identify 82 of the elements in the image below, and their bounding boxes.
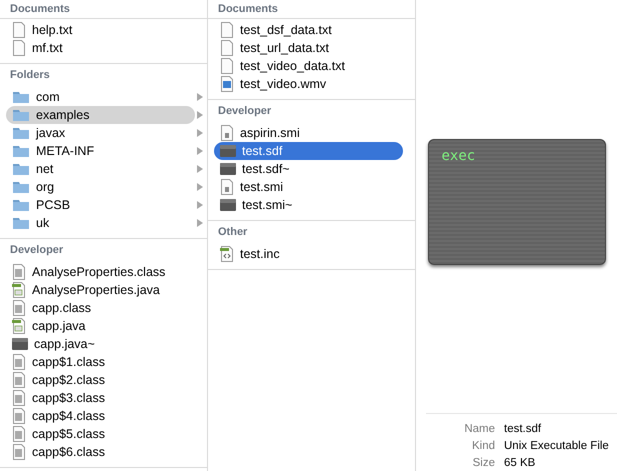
info-label: Size: [472, 456, 495, 468]
terminal-icon: [220, 163, 236, 175]
file-item[interactable]: AnalyseProperties.java: [6, 281, 195, 299]
file-item[interactable]: test_url_data.txt: [214, 39, 403, 57]
info-value: Unix Executable File: [504, 440, 609, 452]
section-header: Documents: [218, 3, 278, 15]
file-item[interactable]: capp$1.class: [6, 353, 195, 371]
disclosure-arrow-icon: [197, 165, 203, 173]
file-item[interactable]: net: [6, 160, 195, 178]
document-icon: [12, 22, 26, 38]
disclosure-arrow-icon: [197, 183, 203, 191]
file-item[interactable]: aspirin.smi: [214, 124, 403, 142]
document-icon: [220, 76, 234, 92]
disclosure-arrow-icon: [197, 111, 203, 119]
file-item[interactable]: uk: [6, 214, 195, 232]
document-icon: [220, 40, 234, 56]
section-header: Documents: [10, 3, 70, 15]
file-item[interactable]: javax: [6, 124, 195, 142]
file-item[interactable]: test.smi: [214, 178, 403, 196]
folder-icon: [12, 162, 30, 176]
file-item[interactable]: test_dsf_data.txt: [214, 21, 403, 39]
document-icon: [220, 246, 234, 262]
icon-label: exec: [440, 146, 476, 164]
document-icon: [12, 300, 26, 316]
file-item[interactable]: help.txt: [6, 21, 195, 39]
section-header: Folders: [10, 69, 50, 81]
file-item[interactable]: capp$4.class: [6, 407, 195, 425]
file-item[interactable]: test_video.wmv: [214, 75, 403, 93]
folder-icon: [12, 198, 30, 212]
file-item[interactable]: AnalyseProperties.class: [6, 263, 195, 281]
info-value: 65 KB: [504, 456, 536, 468]
file-item[interactable]: capp$3.class: [6, 389, 195, 407]
document-icon: [220, 58, 234, 74]
file-item[interactable]: META-INF: [6, 142, 195, 160]
document-icon: [12, 264, 26, 280]
file-item[interactable]: test.smi~: [214, 196, 403, 214]
document-icon: [12, 282, 26, 298]
document-icon: [12, 426, 26, 442]
document-icon: [12, 40, 26, 56]
document-icon: [220, 22, 234, 38]
disclosure-arrow-icon: [197, 129, 203, 137]
folder-icon: [12, 108, 30, 122]
folder-icon: [12, 180, 30, 194]
document-icon: [12, 372, 26, 388]
disclosure-arrow-icon: [197, 93, 203, 101]
terminal-icon: [220, 199, 236, 211]
file-item[interactable]: com: [6, 88, 195, 106]
info-label: Kind: [470, 440, 495, 452]
info-label: Name: [463, 422, 495, 434]
file-item[interactable]: test.sdf~: [214, 160, 403, 178]
folder-icon: [12, 216, 30, 230]
section-header: Developer: [10, 244, 64, 256]
document-icon: [12, 318, 26, 334]
file-item[interactable]: PCSB: [6, 196, 195, 214]
folder-icon: [12, 144, 30, 158]
file-item[interactable]: capp.class: [6, 299, 195, 317]
file-item[interactable]: capp$2.class: [6, 371, 195, 389]
document-icon: [12, 354, 26, 370]
file-item[interactable]: org: [6, 178, 195, 196]
info-value: test.sdf: [504, 422, 542, 434]
file-item[interactable]: test.sdf: [214, 142, 403, 160]
folder-icon: [12, 90, 30, 104]
document-icon: [220, 125, 234, 141]
document-icon: [220, 179, 234, 195]
section-header: Developer: [218, 105, 272, 117]
folder-icon: [12, 126, 30, 140]
document-icon: [12, 408, 26, 424]
file-item[interactable]: capp$6.class: [6, 443, 195, 461]
document-icon: [12, 444, 26, 460]
file-item[interactable]: capp$5.class: [6, 425, 195, 443]
disclosure-arrow-icon: [197, 219, 203, 227]
file-item[interactable]: capp.java~: [6, 335, 195, 353]
section-header: Other: [218, 226, 248, 238]
file-item[interactable]: test.inc: [214, 245, 403, 263]
file-item[interactable]: test_video_data.txt: [214, 57, 403, 75]
disclosure-arrow-icon: [197, 147, 203, 155]
disclosure-arrow-icon: [197, 201, 203, 209]
file-item[interactable]: mf.txt: [6, 39, 195, 57]
terminal-icon: [220, 145, 236, 157]
file-item[interactable]: capp.java: [6, 317, 195, 335]
document-icon: [12, 390, 26, 406]
terminal-icon: [12, 338, 28, 350]
